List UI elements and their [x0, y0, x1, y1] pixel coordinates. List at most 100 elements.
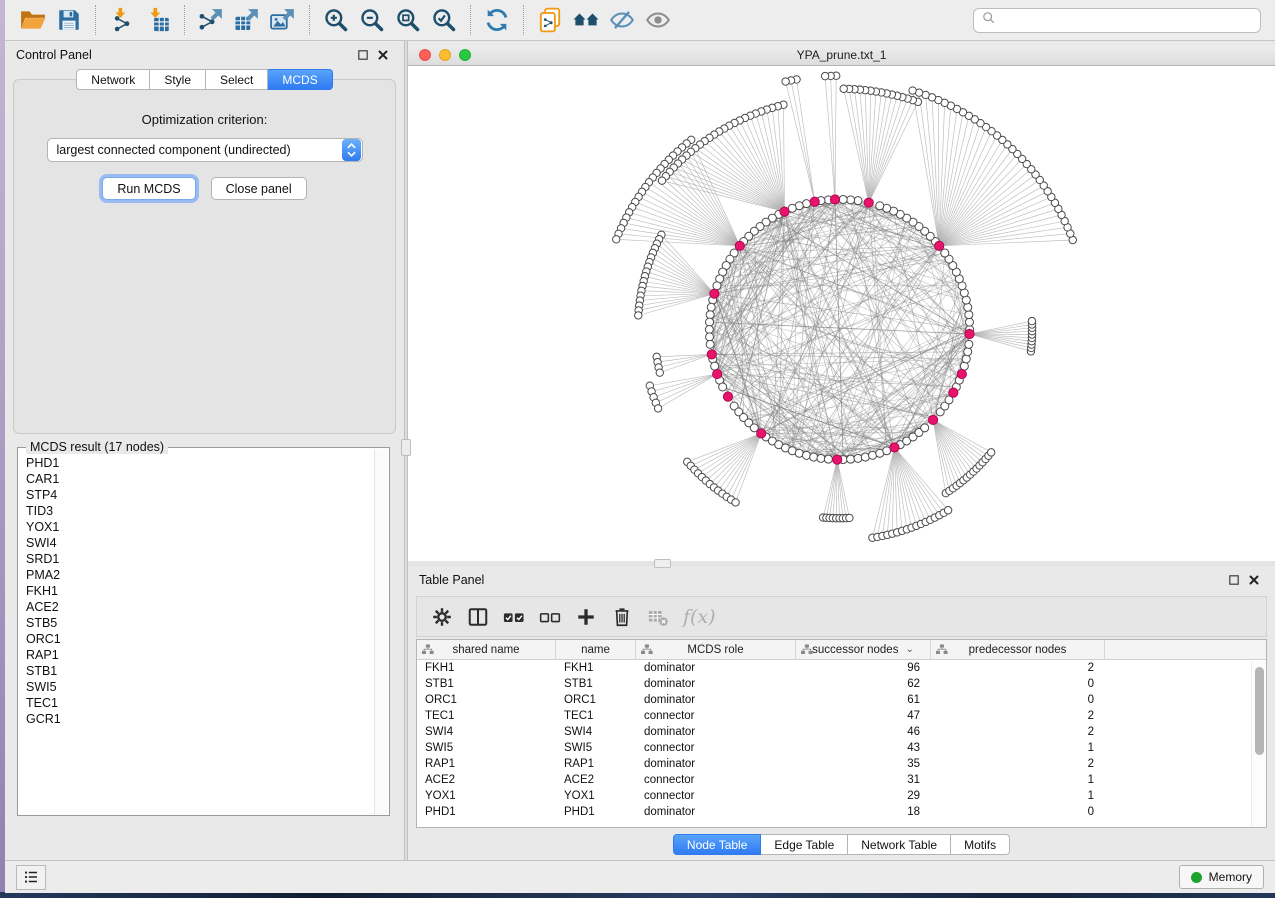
document-share-icon[interactable]	[532, 5, 568, 35]
table-cell[interactable]: dominator	[636, 660, 796, 676]
export-image-icon[interactable]	[265, 5, 301, 35]
table-row[interactable]: FKH1FKH1dominator962	[417, 660, 1266, 676]
gear-icon[interactable]	[427, 603, 457, 631]
unchecked-pair-icon[interactable]	[535, 603, 565, 631]
column-header-shared-name[interactable]: shared name	[417, 640, 556, 659]
table-cell[interactable]: ACE2	[556, 772, 636, 788]
table-scrollbar[interactable]	[1251, 661, 1266, 827]
horizontal-splitter[interactable]	[408, 561, 1275, 566]
table-cell[interactable]: 2	[931, 660, 1105, 676]
table-cell[interactable]: YOX1	[417, 788, 556, 804]
table-row[interactable]: SWI5SWI5connector431	[417, 740, 1266, 756]
plus-icon[interactable]	[571, 603, 601, 631]
table-cell[interactable]: RAP1	[556, 756, 636, 772]
mcds-result-item[interactable]: YOX1	[26, 519, 373, 535]
minimize-window-light[interactable]	[439, 49, 451, 61]
mcds-result-item[interactable]: TID3	[26, 503, 373, 519]
column-header-predecessor-nodes[interactable]: predecessor nodes	[931, 640, 1105, 659]
export-network-icon[interactable]	[193, 5, 229, 35]
table-cell[interactable]: 62	[796, 676, 931, 692]
mcds-result-item[interactable]: RAP1	[26, 647, 373, 663]
table-cell[interactable]: ORC1	[556, 692, 636, 708]
table-cell[interactable]: 18	[796, 804, 931, 820]
table-cell[interactable]: 2	[931, 756, 1105, 772]
float-window-icon[interactable]	[353, 46, 373, 64]
mcds-result-item[interactable]: STB5	[26, 615, 373, 631]
float-window-icon[interactable]	[1224, 571, 1244, 589]
criterion-dropdown[interactable]: largest connected component (undirected)	[47, 138, 363, 162]
close-panel-button[interactable]: Close panel	[211, 177, 307, 200]
tab-network[interactable]: Network	[76, 69, 150, 90]
close-panel-icon[interactable]	[373, 46, 393, 64]
tab-select[interactable]: Select	[206, 69, 268, 90]
splitter-handle[interactable]	[654, 559, 671, 568]
table-cell[interactable]: SWI5	[556, 740, 636, 756]
table-cell[interactable]: PHD1	[417, 804, 556, 820]
table-cell[interactable]: RAP1	[417, 756, 556, 772]
homes-icon[interactable]	[568, 5, 604, 35]
table-cell[interactable]: ORC1	[417, 692, 556, 708]
zoom-in-icon[interactable]	[318, 5, 354, 35]
mcds-result-item[interactable]: PHD1	[26, 455, 373, 471]
tab-node-table[interactable]: Node Table	[673, 834, 762, 855]
table-cell[interactable]: STB1	[556, 676, 636, 692]
table-cell[interactable]: 0	[931, 676, 1105, 692]
table-row[interactable]: PHD1PHD1dominator180	[417, 804, 1266, 820]
table-cell[interactable]: 35	[796, 756, 931, 772]
mcds-result-item[interactable]: STB1	[26, 663, 373, 679]
table-cell[interactable]: SWI4	[417, 724, 556, 740]
tab-motifs[interactable]: Motifs	[951, 834, 1010, 855]
mcds-result-item[interactable]: CAR1	[26, 471, 373, 487]
search-input[interactable]	[1001, 12, 1253, 28]
table-row[interactable]: RAP1RAP1dominator352	[417, 756, 1266, 772]
tab-style[interactable]: Style	[150, 69, 206, 90]
mcds-result-item[interactable]: SRD1	[26, 551, 373, 567]
table-cell[interactable]: connector	[636, 772, 796, 788]
refresh-icon[interactable]	[479, 5, 515, 35]
mcds-result-item[interactable]: SWI4	[26, 535, 373, 551]
table-cell[interactable]: 0	[931, 692, 1105, 708]
column-header-MCDS-role[interactable]: MCDS role	[636, 640, 796, 659]
mcds-result-list[interactable]: PHD1CAR1STP4TID3YOX1SWI4SRD1PMA2FKH1ACE2…	[19, 449, 373, 814]
zoom-fit-icon[interactable]	[390, 5, 426, 35]
table-cell[interactable]: connector	[636, 740, 796, 756]
tab-mcds[interactable]: MCDS	[268, 69, 332, 90]
eye-hide-icon[interactable]	[604, 5, 640, 35]
table-cell[interactable]: 43	[796, 740, 931, 756]
export-table-icon[interactable]	[229, 5, 265, 35]
table-row[interactable]: ACE2ACE2connector311	[417, 772, 1266, 788]
network-canvas[interactable]	[408, 66, 1275, 561]
import-network-icon[interactable]	[104, 5, 140, 35]
table-cell[interactable]: ACE2	[417, 772, 556, 788]
mcds-result-item[interactable]: GCR1	[26, 711, 373, 727]
run-mcds-button[interactable]: Run MCDS	[102, 177, 195, 200]
close-panel-icon[interactable]	[1244, 571, 1264, 589]
table-row[interactable]: YOX1YOX1connector291	[417, 788, 1266, 804]
table-cell[interactable]: dominator	[636, 676, 796, 692]
mcds-result-scrollbar[interactable]	[374, 449, 388, 814]
table-cell[interactable]: PHD1	[556, 804, 636, 820]
table-cell[interactable]: dominator	[636, 724, 796, 740]
zoom-selected-icon[interactable]	[426, 5, 462, 35]
mcds-result-item[interactable]: SWI5	[26, 679, 373, 695]
save-icon[interactable]	[51, 5, 87, 35]
table-scrollbar-thumb[interactable]	[1255, 667, 1264, 755]
table-cell[interactable]: 61	[796, 692, 931, 708]
table-cell[interactable]: FKH1	[417, 660, 556, 676]
table-cell[interactable]: 31	[796, 772, 931, 788]
table-row[interactable]: ORC1ORC1dominator610	[417, 692, 1266, 708]
mcds-result-item[interactable]: ACE2	[26, 599, 373, 615]
table-cell[interactable]: FKH1	[556, 660, 636, 676]
table-cell[interactable]: dominator	[636, 692, 796, 708]
table-cell[interactable]: dominator	[636, 756, 796, 772]
table-cell[interactable]: SWI5	[417, 740, 556, 756]
mcds-result-item[interactable]: STP4	[26, 487, 373, 503]
mcds-result-item[interactable]: ORC1	[26, 631, 373, 647]
table-cell[interactable]: connector	[636, 708, 796, 724]
splitter-handle[interactable]	[401, 439, 411, 456]
table-cell[interactable]: dominator	[636, 804, 796, 820]
mcds-result-item[interactable]: TEC1	[26, 695, 373, 711]
mcds-result-item[interactable]: PMA2	[26, 567, 373, 583]
table-row[interactable]: STB1STB1dominator620	[417, 676, 1266, 692]
import-table-icon[interactable]	[140, 5, 176, 35]
